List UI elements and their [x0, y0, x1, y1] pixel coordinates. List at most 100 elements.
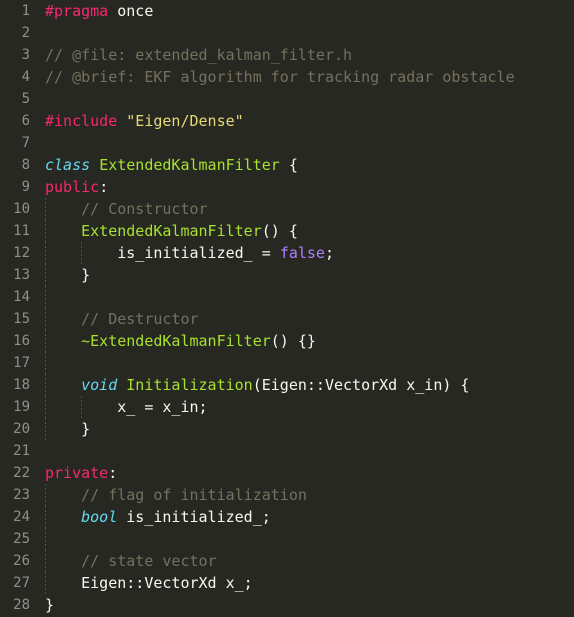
code-line[interactable]: 2 — [0, 22, 574, 44]
token-default — [45, 420, 81, 438]
code-line-content[interactable]: } — [30, 418, 574, 440]
code-line[interactable]: 22 private: — [0, 462, 574, 484]
code-line-content[interactable]: private: — [30, 462, 574, 484]
token-entity: ~ExtendedKalmanFilter — [81, 332, 271, 350]
code-line-content[interactable]: ~ExtendedKalmanFilter() {} — [30, 330, 574, 352]
code-line[interactable]: 13 } — [0, 264, 574, 286]
token-entity: ExtendedKalmanFilter — [99, 156, 280, 174]
token-default — [45, 310, 81, 328]
code-line[interactable]: 20 } — [0, 418, 574, 440]
code-line-content[interactable]: bool is_initialized_; — [30, 506, 574, 528]
code-line[interactable]: 24 bool is_initialized_; — [0, 506, 574, 528]
token-default — [280, 156, 289, 174]
line-number: 11 — [13, 223, 30, 239]
line-number: 1 — [21, 3, 30, 19]
code-line[interactable]: 8 class ExtendedKalmanFilter { — [0, 154, 574, 176]
line-number: 10 — [13, 201, 30, 217]
line-number: 23 — [13, 487, 30, 503]
indent-guide — [45, 418, 46, 440]
code-line-content[interactable]: // flag of initialization — [30, 484, 574, 506]
token-keyword: private — [45, 464, 109, 482]
code-line[interactable]: 21 — [0, 440, 574, 462]
code-lines-container[interactable]: 1 #pragma once 2 3// @file: extended_kalman… — [0, 0, 574, 616]
line-number: 24 — [13, 509, 30, 525]
indent-guide — [45, 484, 46, 506]
line-number: 15 — [13, 311, 30, 327]
code-line-content[interactable]: is_initialized_ = false; — [30, 242, 574, 264]
code-line[interactable]: 25 — [0, 528, 574, 550]
code-line[interactable]: 7 — [0, 132, 574, 154]
line-number: 4 — [21, 69, 30, 85]
code-line[interactable]: 4 // @brief: EKF algorithm for tracking r… — [0, 66, 574, 88]
code-line-content[interactable]: // state vector — [30, 550, 574, 572]
code-line[interactable]: 11 ExtendedKalmanFilter() { — [0, 220, 574, 242]
indent-guide — [45, 396, 46, 418]
indent-guide — [45, 308, 46, 330]
line-number: 9 — [21, 179, 30, 195]
token-keyword: #include — [45, 112, 118, 130]
code-line[interactable]: 28} — [0, 594, 574, 616]
code-line[interactable]: 9 public: — [0, 176, 574, 198]
indent-guide — [45, 286, 46, 308]
code-line[interactable]: 27 Eigen::VectorXd x_; — [0, 572, 574, 594]
code-line[interactable]: 14 — [0, 286, 574, 308]
code-line-content[interactable]: class ExtendedKalmanFilter { — [30, 154, 574, 176]
code-line[interactable]: 5 — [0, 88, 574, 110]
code-editor[interactable]: 1 #pragma once 2 3// @file: extended_kalman… — [0, 0, 574, 617]
token-punct: } — [81, 420, 91, 438]
line-number: 5 — [21, 91, 30, 107]
code-line-content[interactable]: // @brief: EKF algorithm for tracking ra… — [30, 66, 574, 88]
code-line[interactable]: 12 is_initialized_ = false; — [0, 242, 574, 264]
token-default: x_ — [117, 398, 136, 416]
line-number: 3 — [21, 47, 30, 63]
token-default — [117, 508, 126, 526]
token-default: is_initialized_ — [117, 244, 253, 262]
code-line[interactable]: 15 // Destructor — [0, 308, 574, 330]
code-line[interactable]: 10 // Constructor — [0, 198, 574, 220]
token-operator: = — [252, 244, 280, 262]
token-default: (Eigen::VectorXd x_in) { — [252, 376, 470, 394]
token-type: void — [81, 376, 118, 394]
code-line-content[interactable]: ExtendedKalmanFilter() { — [30, 220, 574, 242]
code-line-content[interactable]: void Initialization(Eigen::VectorXd x_in… — [30, 374, 574, 396]
code-line-content[interactable]: Eigen::VectorXd x_; — [30, 572, 574, 594]
code-line[interactable]: 16 ~ExtendedKalmanFilter() {} — [0, 330, 574, 352]
token-default — [45, 486, 81, 504]
token-punct: () {} — [270, 332, 316, 350]
indent-guide — [45, 374, 46, 396]
token-default: is_initialized_; — [126, 508, 271, 526]
token-string: "Eigen/Dense" — [126, 112, 244, 130]
code-line[interactable]: 17 — [0, 352, 574, 374]
line-number: 27 — [13, 575, 30, 591]
token-constant: false — [279, 244, 325, 262]
indent-guide — [45, 198, 46, 220]
code-line[interactable]: 6 #include "Eigen/Dense" — [0, 110, 574, 132]
token-keyword: public — [45, 178, 100, 196]
code-line[interactable]: 18 void Initialization(Eigen::VectorXd x… — [0, 374, 574, 396]
code-line-content[interactable]: } — [30, 264, 574, 286]
indent-guide — [45, 220, 46, 242]
token-operator: = — [135, 398, 163, 416]
code-line[interactable]: 3 // @file: extended_kalman_filter.h — [0, 44, 574, 66]
indent-guide — [45, 352, 46, 374]
code-line-content[interactable]: // Constructor — [30, 198, 574, 220]
code-line-content[interactable]: #include "Eigen/Dense" — [30, 110, 574, 132]
code-line[interactable]: 19 x_ = x_in; — [0, 396, 574, 418]
token-default — [108, 2, 117, 20]
line-number: 13 — [13, 267, 30, 283]
indent-guide — [81, 396, 82, 418]
code-line[interactable]: 1 #pragma once — [0, 0, 574, 22]
token-default — [45, 266, 81, 284]
code-line-content[interactable]: } — [30, 594, 574, 616]
line-number: 2 — [21, 25, 30, 41]
code-line[interactable]: 23 // flag of initialization — [0, 484, 574, 506]
token-comment: // @file: extended_kalman_filter.h — [45, 46, 353, 64]
code-line-content[interactable]: #pragma once — [30, 0, 574, 22]
token-default — [117, 112, 126, 130]
code-line-content[interactable]: public: — [30, 176, 574, 198]
code-line-content[interactable]: // @file: extended_kalman_filter.h — [30, 44, 574, 66]
code-line-content[interactable]: x_ = x_in; — [30, 396, 574, 418]
code-line-content[interactable]: // Destructor — [30, 308, 574, 330]
code-line[interactable]: 26 // state vector — [0, 550, 574, 572]
token-punct: : — [108, 464, 118, 482]
